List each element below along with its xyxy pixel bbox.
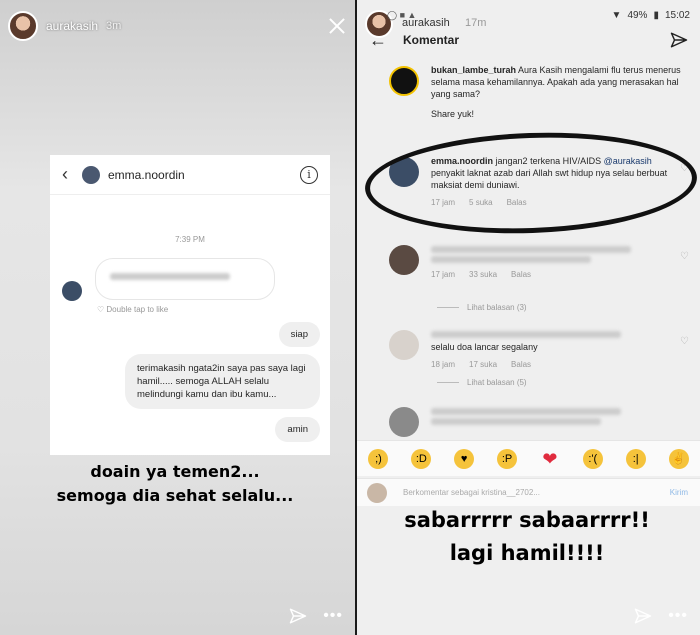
- emoji-wink-icon[interactable]: ;): [368, 448, 389, 469]
- right-story-panel: ◯ ■ ▲ ▼ 49% ▮ 15:02 aurakasih 17m ← Kome…: [357, 0, 700, 635]
- view-replies-link[interactable]: Lihat balasan (3): [437, 303, 527, 312]
- heart-icon[interactable]: ❤: [540, 449, 560, 469]
- story-footer: •••: [634, 607, 688, 625]
- dm-incoming-bubble-redacted: [95, 258, 275, 300]
- dm-contact-name: emma.noordin: [108, 167, 185, 182]
- story-caption: doain ya temen2... semoga dia sehat sela…: [40, 460, 310, 508]
- more-icon[interactable]: •••: [323, 607, 343, 625]
- comment-item: [389, 405, 686, 437]
- left-story-panel: aurakasih 3m ‹ emma.noordin i 7:39 PM ♡ …: [0, 0, 355, 635]
- avatar: [62, 281, 82, 301]
- comment-caption: bukan_lambe_turah Aura Kasih mengalami f…: [389, 64, 686, 120]
- avatar: [389, 66, 419, 96]
- comment-extra: Share yuk!: [431, 109, 475, 119]
- emoji-heart-eyes-icon[interactable]: ♥: [454, 448, 475, 469]
- clock: 15:02: [664, 9, 690, 21]
- heart-icon[interactable]: ♡: [680, 336, 690, 347]
- close-icon[interactable]: [327, 16, 347, 36]
- redacted-text: [431, 331, 621, 338]
- reply-button[interactable]: Balas: [511, 359, 531, 371]
- send-button[interactable]: Kirim: [670, 488, 688, 497]
- comment-meta: 18 jam 17 suka Balas: [431, 359, 686, 371]
- arrow-left-icon[interactable]: ←: [369, 30, 387, 51]
- emoji-bar: ;) :D ♥ :P ❤ :'( :| ✌: [357, 440, 700, 476]
- comment-age: 18 jam: [431, 360, 456, 369]
- dm-screenshot: ‹ emma.noordin i 7:39 PM ♡ Double tap to…: [50, 155, 330, 455]
- battery-percent: 49%: [627, 9, 648, 21]
- info-icon: i: [300, 165, 318, 184]
- emoji-tongue-icon[interactable]: :P: [497, 448, 518, 469]
- page-title: Komentar: [403, 33, 460, 47]
- story-footer: •••: [289, 607, 343, 625]
- reply-button[interactable]: Balas: [511, 269, 531, 281]
- story-time: 3m: [106, 20, 122, 32]
- avatar: [389, 245, 419, 275]
- story-caption-line: sabarrrrr sabaarrrr!!: [404, 508, 650, 532]
- avatar: [82, 165, 100, 184]
- caption-line: semoga dia sehat selalu...: [56, 486, 294, 505]
- comment-input-bar: Berkomentar sebagai kristina__2702... Ki…: [357, 478, 700, 506]
- like-hint-text: Double tap to like: [106, 305, 169, 314]
- send-icon[interactable]: [289, 607, 307, 625]
- view-replies-link[interactable]: Lihat balasan (5): [437, 378, 527, 387]
- comments-header: ← Komentar: [357, 26, 700, 54]
- redacted-text: [431, 246, 631, 253]
- caption-line: doain ya temen2...: [90, 462, 260, 481]
- status-right: ▼ 49% ▮ 15:02: [612, 10, 690, 21]
- comment-item: selalu doa lancar segalany 18 jam 17 suk…: [389, 328, 689, 371]
- comment-likes[interactable]: 33 suka: [469, 269, 497, 281]
- comment-likes[interactable]: 17 suka: [469, 359, 497, 371]
- send-icon[interactable]: [670, 31, 688, 49]
- comment-meta: 17 jam 33 suka Balas: [431, 269, 686, 281]
- comment-username[interactable]: bukan_lambe_turah: [431, 65, 516, 75]
- story-avatar[interactable]: [8, 11, 38, 41]
- dm-message: siap: [278, 322, 320, 347]
- avatar: [367, 482, 387, 503]
- comment-age: 17 jam: [431, 270, 456, 279]
- redacted-text: [431, 418, 601, 425]
- comment-input[interactable]: Berkomentar sebagai kristina__2702...: [403, 488, 540, 497]
- comment-item: 17 jam 33 suka Balas ♡: [389, 243, 689, 281]
- emoji-cry-icon[interactable]: :'(: [582, 448, 603, 469]
- dm-header: ‹ emma.noordin i: [50, 155, 330, 195]
- redacted-text: [431, 408, 621, 415]
- avatar: [389, 407, 419, 437]
- chevron-left-icon: ‹: [62, 164, 68, 184]
- story-caption-line: lagi hamil!!!!: [449, 541, 605, 565]
- emoji-clap-icon[interactable]: ✌: [668, 448, 689, 469]
- wifi-icon: ▼: [611, 9, 622, 21]
- redacted-text: [431, 256, 591, 263]
- dm-like-hint: ♡ Double tap to like: [97, 305, 169, 314]
- dm-message: terimakasih ngata2in saya pas saya lagi …: [125, 354, 320, 409]
- more-icon[interactable]: •••: [668, 607, 688, 625]
- dm-message: amin: [275, 417, 320, 442]
- story-username[interactable]: aurakasih: [46, 19, 98, 33]
- avatar: [389, 330, 419, 360]
- story-header: aurakasih 3m: [8, 8, 347, 44]
- battery-icon: ▮: [653, 9, 659, 21]
- send-icon[interactable]: [634, 607, 652, 625]
- heart-icon[interactable]: ♡: [680, 251, 690, 262]
- emoji-grin-icon[interactable]: :D: [411, 448, 432, 469]
- emoji-neutral-icon[interactable]: :|: [625, 448, 646, 469]
- comment-text: selalu doa lancar segalany: [431, 342, 538, 352]
- highlight-circle-annotation: [363, 127, 699, 239]
- dm-timestamp: 7:39 PM: [175, 235, 205, 244]
